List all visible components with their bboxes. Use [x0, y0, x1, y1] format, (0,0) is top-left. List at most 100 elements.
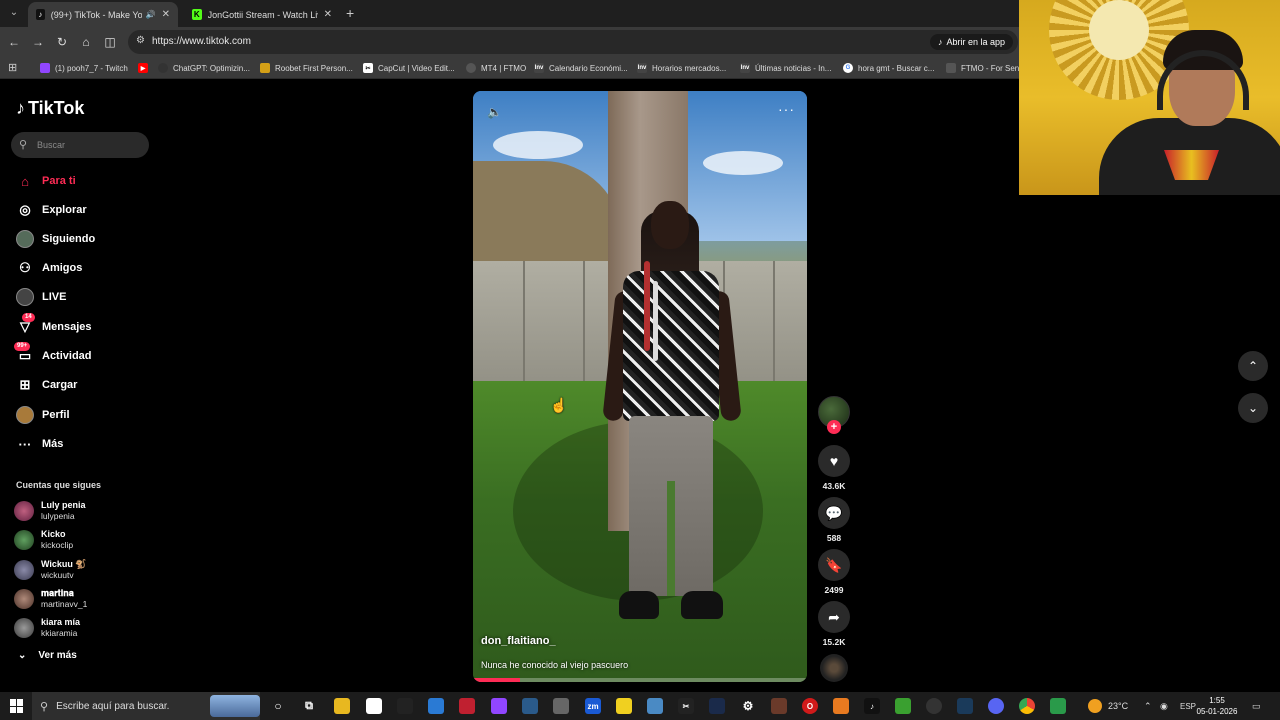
- comment-button[interactable]: 💬: [818, 497, 850, 529]
- next-video-button[interactable]: ⌄: [1238, 393, 1268, 423]
- following-account[interactable]: kiara mía kkiaramia: [14, 616, 80, 639]
- twitch-icon[interactable]: [491, 698, 507, 714]
- split-view-icon[interactable]: ◫: [102, 34, 118, 50]
- opera-icon[interactable]: O: [802, 698, 818, 714]
- language-indicator[interactable]: ESP: [1180, 692, 1196, 720]
- more-options-icon[interactable]: ···: [778, 101, 795, 117]
- close-tab-icon[interactable]: ✕: [324, 9, 332, 20]
- steam-icon[interactable]: [957, 698, 973, 714]
- nav-cargar[interactable]: ⊞ Cargar: [16, 374, 78, 396]
- see-more-button[interactable]: ⌄ Ver más: [18, 650, 77, 661]
- tab-search-button[interactable]: ⌄: [6, 5, 22, 21]
- app-icon[interactable]: [709, 698, 725, 714]
- close-tab-icon[interactable]: ✕: [162, 9, 170, 20]
- nav-actividad[interactable]: ▭ 99+ Actividad: [14, 342, 92, 367]
- like-button[interactable]: ♥: [818, 445, 850, 477]
- app-icon[interactable]: [926, 698, 942, 714]
- bookmark-horarios[interactable]: Inv Horarios mercados...: [637, 60, 726, 76]
- tab-tiktok[interactable]: ♪ (99+) TikTok - Make Your Da 🔊 ✕: [28, 2, 178, 27]
- bookmark-calendario[interactable]: Inv Calendario Económi...: [534, 60, 628, 76]
- network-icon[interactable]: ◉: [1160, 692, 1168, 720]
- bookmark-label: ChatGPT: Optimizin...: [173, 63, 250, 73]
- tray-chevron-icon[interactable]: ⌃: [1144, 692, 1152, 720]
- video-player[interactable]: 🔈 ··· ☝ don_flaitiano_ Nunca he conocido…: [473, 91, 807, 682]
- app-icon[interactable]: [1050, 698, 1066, 714]
- tab-kick[interactable]: K JonGottii Stream - Watch Live o ✕: [184, 2, 340, 27]
- forward-icon[interactable]: →: [30, 34, 46, 50]
- reload-icon[interactable]: ↻: [54, 34, 70, 50]
- file-explorer-icon[interactable]: [334, 698, 350, 714]
- account-handle: lulypenia: [41, 511, 75, 521]
- app-icon[interactable]: [647, 698, 663, 714]
- following-account[interactable]: 𝐦𝐚𝐫𝐭𝐢𝐧𝐚 martinavv_1: [14, 587, 87, 610]
- volume-icon[interactable]: 🔈: [487, 105, 502, 119]
- nav-amigos[interactable]: ⚇ Amigos: [16, 257, 82, 279]
- music-disc-icon[interactable]: [820, 654, 848, 682]
- bookmark-youtube[interactable]: ▶: [138, 60, 153, 76]
- task-view-icon[interactable]: ⧉: [301, 698, 317, 714]
- bookmark-ftmo[interactable]: FTMO - For Senio: [946, 60, 1025, 76]
- see-more-label: Ver más: [38, 650, 77, 661]
- tiktok-icon[interactable]: ♪: [864, 698, 880, 714]
- bookmark-roobet[interactable]: Roobet First Person...: [260, 60, 353, 76]
- address-bar[interactable]: ⚙ https://www.tiktok.com ♪ Abrir en la a…: [128, 30, 1018, 54]
- nav-explorar[interactable]: ◎ Explorar: [16, 199, 86, 221]
- follow-plus-icon[interactable]: +: [827, 420, 841, 434]
- sticky-notes-icon[interactable]: [616, 698, 632, 714]
- tiktok-favicon-icon: ♪: [36, 9, 45, 20]
- bookmark-twitch[interactable]: (1) pooh7_7 - Twitch: [40, 60, 128, 76]
- bookmark-capcut[interactable]: ✂ CapCut | Video Edit...: [363, 60, 455, 76]
- app-icon[interactable]: [833, 698, 849, 714]
- system-clock[interactable]: 1:55 05-01-2026: [1196, 695, 1238, 717]
- nav-mas[interactable]: ··· Más: [16, 433, 64, 455]
- weather-text: 23°C: [1108, 701, 1129, 711]
- back-icon[interactable]: ←: [6, 34, 22, 50]
- save-button[interactable]: 🔖: [818, 549, 850, 581]
- app-icon[interactable]: [771, 698, 787, 714]
- share-button[interactable]: ➦: [818, 601, 850, 633]
- bookmark-noticias[interactable]: Inv Últimas noticias - In...: [740, 60, 831, 76]
- bookmark-mt4[interactable]: MT4 | FTMO: [466, 60, 526, 76]
- bookmark-google[interactable]: Ghora gmt - Buscar c...: [843, 60, 934, 76]
- discord-icon[interactable]: [988, 698, 1004, 714]
- nav-mensajes[interactable]: ▽ 14 Mensajes: [16, 313, 92, 338]
- following-account[interactable]: Luly penia lulypenia: [14, 499, 86, 522]
- nav-live[interactable]: LIVE: [16, 286, 66, 308]
- bookmark-icon: 🔖: [825, 556, 843, 573]
- windows-start-icon[interactable]: [10, 699, 24, 713]
- following-account[interactable]: Wickuu 🐒 wickuutv: [14, 558, 87, 581]
- chrome-icon[interactable]: [1019, 698, 1035, 714]
- nav-perfil[interactable]: Perfil: [16, 404, 70, 426]
- capcut-icon[interactable]: ✂: [678, 698, 694, 714]
- notepad-icon[interactable]: [366, 698, 382, 714]
- following-account[interactable]: Kicko kickoclip: [14, 528, 73, 551]
- nav-siguiendo[interactable]: Siguiendo: [16, 228, 95, 250]
- nav-para-ti[interactable]: ⌂ Para ti: [16, 170, 76, 192]
- edge-icon[interactable]: [428, 698, 444, 714]
- video-username[interactable]: don_flaitiano_: [481, 635, 556, 647]
- search-input[interactable]: [37, 137, 142, 153]
- speaker-icon[interactable]: 🔊: [146, 10, 156, 19]
- calculator-icon[interactable]: [553, 698, 569, 714]
- open-in-app-button[interactable]: ♪ Abrir en la app: [930, 34, 1014, 50]
- comment-icon: 💬: [825, 504, 843, 521]
- search-box[interactable]: ⚲: [11, 132, 149, 158]
- bookmark-chatgpt[interactable]: ChatGPT: Optimizin...: [158, 60, 250, 76]
- app-icon[interactable]: [397, 698, 413, 714]
- new-tab-button[interactable]: +: [346, 6, 354, 20]
- app-red-icon[interactable]: [459, 698, 475, 714]
- home-icon[interactable]: ⌂: [78, 34, 94, 50]
- site-info-icon[interactable]: ⚙: [136, 35, 145, 46]
- tiktok-logo[interactable]: ♪ TikTok: [16, 98, 84, 119]
- previous-video-button[interactable]: ⌃: [1238, 351, 1268, 381]
- app-blue-icon[interactable]: [522, 698, 538, 714]
- minecraft-icon[interactable]: [895, 698, 911, 714]
- taskbar-search[interactable]: ⚲ Escribe aquí para buscar.: [32, 692, 260, 720]
- cortana-icon[interactable]: ○: [270, 698, 286, 714]
- notifications-icon[interactable]: ▭: [1252, 692, 1261, 720]
- settings-icon[interactable]: ⚙: [740, 698, 756, 714]
- video-progress-bar[interactable]: [473, 678, 807, 682]
- weather-widget[interactable]: 23°C: [1088, 692, 1128, 720]
- zoom-icon[interactable]: zm: [585, 698, 601, 714]
- apps-grid-icon[interactable]: ⊞: [8, 61, 17, 74]
